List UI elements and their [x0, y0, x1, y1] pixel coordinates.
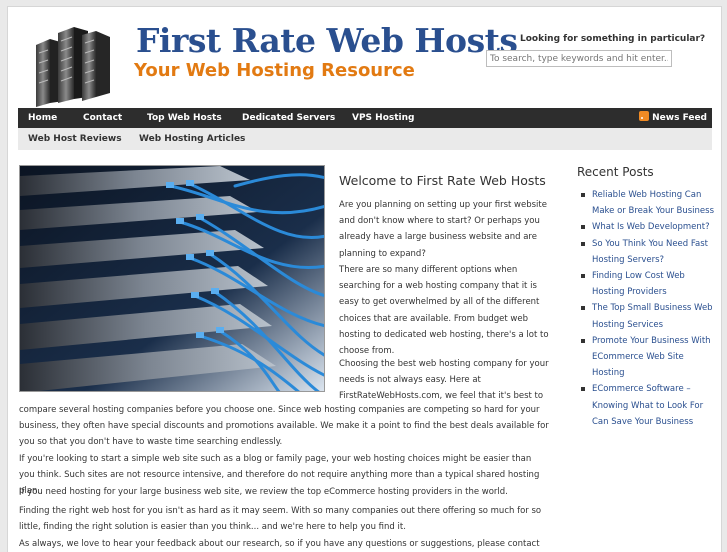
recent-post-link[interactable]: Reliable Web Hosting Can Make or Break Y…	[577, 187, 717, 219]
nav-web-hosting-articles[interactable]: Web Hosting Articles	[139, 128, 245, 150]
site-tagline: Your Web Hosting Resource	[134, 60, 415, 81]
site-title[interactable]: First Rate Web Hosts	[136, 21, 518, 60]
recent-posts-heading: Recent Posts	[577, 165, 654, 179]
recent-post-link[interactable]: So You Think You Need Fast Hosting Serve…	[577, 236, 717, 268]
recent-post-link[interactable]: ECommerce Software – Knowing What to Loo…	[577, 381, 717, 430]
recent-post-link[interactable]: What Is Web Development?	[577, 219, 717, 235]
search-input[interactable]	[486, 50, 672, 67]
page-title: Welcome to First Rate Web Hosts	[339, 173, 546, 188]
options-paragraph: There are so many different options when…	[339, 265, 549, 357]
recent-post-link[interactable]: Finding Low Cost Web Hosting Providers	[577, 268, 717, 300]
server-cables-icon	[20, 166, 324, 391]
nav-top-web-hosts[interactable]: Top Web Hosts	[147, 108, 222, 128]
nav-dedicated-servers[interactable]: Dedicated Servers	[242, 108, 335, 128]
server-logo-icon[interactable]	[30, 23, 118, 107]
site-header: First Rate Web Hosts Your Web Hosting Re…	[8, 7, 721, 107]
business-hosting-paragraph: If you need hosting for your large busin…	[19, 487, 508, 497]
intro-paragraph: Are you planning on setting up your firs…	[339, 200, 547, 259]
page: First Rate Web Hosts Your Web Hosting Re…	[7, 6, 722, 552]
nav-vps-hosting[interactable]: VPS Hosting	[352, 108, 415, 128]
finding-host-paragraph: Finding the right web host for you isn't…	[19, 506, 542, 533]
recent-post-link[interactable]: Promote Your Business With ECommerce Web…	[577, 333, 717, 382]
recent-posts-list: Reliable Web Hosting Can Make or Break Y…	[577, 187, 717, 430]
news-feed-label: News Feed	[652, 113, 707, 123]
choosing-paragraph: Choosing the best web hosting company fo…	[339, 359, 549, 402]
compare-paragraph: compare several hosting companies before…	[19, 405, 549, 448]
hero-image	[19, 165, 325, 392]
primary-nav: Home Contact Top Web Hosts Dedicated Ser…	[18, 108, 712, 128]
search-label: Looking for something in particular?	[520, 34, 706, 44]
secondary-nav: Web Host Reviews Web Hosting Articles	[18, 128, 712, 150]
nav-contact[interactable]: Contact	[83, 108, 122, 128]
nav-web-host-reviews[interactable]: Web Host Reviews	[28, 128, 122, 150]
nav-home[interactable]: Home	[28, 108, 57, 128]
feedback-paragraph: As always, we love to hear your feedback…	[19, 539, 540, 549]
recent-post-link[interactable]: The Top Small Business Web Hosting Servi…	[577, 300, 717, 332]
news-feed-link[interactable]: News Feed	[639, 108, 707, 128]
rss-icon	[639, 111, 650, 121]
